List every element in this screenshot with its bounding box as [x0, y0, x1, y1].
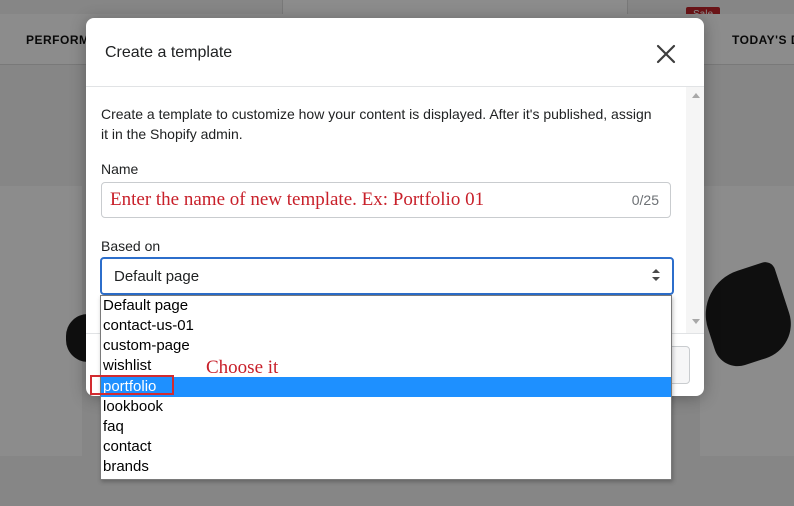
- modal-scrollbar[interactable]: [686, 87, 704, 333]
- based-on-label: Based on: [101, 238, 161, 254]
- dropdown-option-portfolio-label: portfolio: [103, 378, 157, 395]
- close-icon: [656, 44, 676, 64]
- choose-it-annotation: Choose it: [206, 357, 279, 378]
- dropdown-option-contact[interactable]: contact: [101, 437, 671, 457]
- dropdown-option-brands[interactable]: brands: [101, 457, 671, 477]
- modal-description: Create a template to customize how your …: [101, 106, 652, 142]
- modal-header: Create a template: [86, 18, 704, 87]
- dropdown-option-wishlist[interactable]: wishlist: [101, 356, 671, 376]
- based-on-select[interactable]: Default page: [100, 257, 674, 295]
- scroll-down-arrow-icon[interactable]: [692, 319, 700, 324]
- modal-title: Create a template: [105, 44, 233, 61]
- select-arrows-icon: [652, 269, 660, 281]
- name-label: Name: [101, 161, 139, 177]
- dropdown-option-faq[interactable]: faq: [101, 417, 671, 437]
- template-name-field[interactable]: Enter the name of new template. Ex: Port…: [101, 182, 671, 218]
- dropdown-option-custom-page[interactable]: custom-page: [101, 336, 671, 356]
- based-on-selected-value: Default page: [114, 268, 200, 285]
- character-counter: 0/25: [631, 192, 659, 208]
- dropdown-option-contact-us-01[interactable]: contact-us-01: [101, 316, 671, 336]
- dropdown-option-lookbook[interactable]: lookbook: [101, 397, 671, 417]
- close-button[interactable]: [651, 39, 681, 69]
- scroll-up-arrow-icon[interactable]: [692, 93, 700, 98]
- dropdown-option-portfolio[interactable]: portfolio: [90, 375, 671, 397]
- template-name-value: Enter the name of new template. Ex: Port…: [110, 189, 485, 210]
- based-on-dropdown-list: Default page contact-us-01 custom-page w…: [90, 295, 672, 480]
- dropdown-option-default-page[interactable]: Default page: [101, 296, 671, 316]
